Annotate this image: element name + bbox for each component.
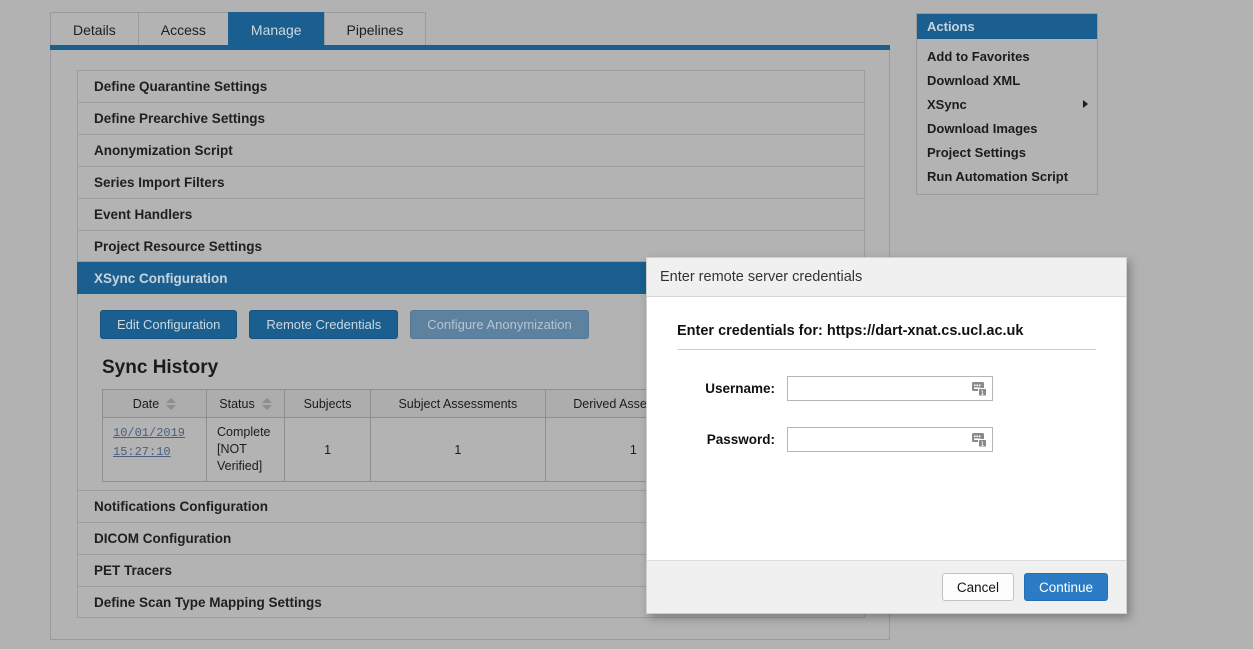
tab-manage[interactable]: Manage — [227, 12, 325, 47]
action-item-add-to-favorites[interactable]: Add to Favorites — [917, 44, 1097, 68]
accordion-item-label: Define Prearchive Settings — [94, 111, 266, 126]
column-header-status[interactable]: Status — [206, 389, 285, 418]
action-item-label: Add to Favorites — [927, 48, 1030, 64]
sync-history-body: 10/01/2019 15:27:10 Complete [NOT Verified… — [102, 417, 723, 482]
accordion-item-define-prearchive-settings[interactable]: Define Prearchive Settings — [77, 102, 865, 134]
username-field-row: Username: 1 — [677, 376, 1096, 401]
dialog-title-bar: Enter remote server credentials — [647, 258, 1126, 297]
column-header-subjects: Subjects — [283, 389, 372, 418]
password-input[interactable] — [787, 427, 993, 452]
configure-anonymization-button: Configure Anonymization — [410, 310, 589, 339]
autofill-count: 1 — [980, 440, 984, 448]
accordion-item-anonymization-script[interactable]: Anonymization Script — [77, 134, 865, 166]
cancel-button[interactable]: Cancel — [941, 573, 1014, 601]
accordion-item-label: Define Scan Type Mapping Settings — [94, 594, 322, 610]
table-header-row: Date Status Subjects Subject Assessments Der… — [102, 389, 723, 418]
column-header-inner: Status — [217, 397, 274, 411]
action-item-xsync[interactable]: XSync — [917, 92, 1097, 116]
accordion-item-label: Define Quarantine Settings — [94, 79, 268, 94]
action-item-label: Run Automation Script — [927, 168, 1069, 184]
dialog-footer: Cancel Continue — [647, 560, 1126, 613]
action-item-label: Download XML — [927, 72, 1021, 88]
remote-credentials-button[interactable]: Remote Credentials — [249, 310, 399, 339]
accordion-item-label: Series Import Filters — [94, 175, 225, 190]
column-header-label: Subjects — [303, 396, 352, 411]
accordion-item-label: DICOM Configuration — [94, 531, 232, 546]
dialog-subtitle: Enter credentials for: https://dart-xnat… — [677, 323, 1096, 350]
cell-status: Complete [NOT Verified] — [206, 417, 285, 482]
column-header-inner: Date — [113, 397, 196, 411]
form-autofill-icon[interactable]: 1 — [970, 379, 989, 398]
form-autofill-icon[interactable]: 1 — [970, 430, 989, 449]
cell-date: 10/01/2019 15:27:10 — [102, 417, 207, 482]
column-header-label: Subject Assessments — [398, 396, 518, 411]
table-row: 10/01/2019 15:27:10 Complete [NOT Verified… — [102, 417, 723, 482]
sync-history-table: Date Status Subjects Subject Assessments Der… — [102, 389, 723, 482]
action-item-label: Project Settings — [927, 144, 1026, 160]
accordion-top-group: Define Quarantine Settings Define Prearch… — [77, 70, 865, 262]
accordion-item-series-import-filters[interactable]: Series Import Filters — [77, 166, 865, 198]
column-header-date[interactable]: Date — [102, 389, 207, 418]
dialog-body: Enter credentials for: https://dart-xnat… — [647, 297, 1126, 560]
cell-subject-assessments: 1 — [370, 417, 546, 482]
column-header-subject-assessments: Subject Assessments — [370, 389, 546, 418]
column-header-label: Status — [219, 396, 255, 411]
sort-arrows-icon[interactable] — [261, 397, 272, 410]
accordion-item-event-handlers[interactable]: Event Handlers — [77, 198, 865, 230]
sync-date-link[interactable]: 10/01/2019 15:27:10 — [113, 424, 196, 462]
accordion-item-label: Event Handlers — [94, 207, 193, 222]
edit-configuration-button[interactable]: Edit Configuration — [100, 310, 238, 339]
username-input[interactable] — [787, 376, 993, 401]
column-header-inner: Subjects — [295, 397, 360, 411]
password-label: Password: — [706, 432, 775, 447]
cell-subjects: 1 — [283, 417, 372, 482]
actions-panel-title: Actions — [917, 14, 1097, 39]
actions-menu: Add to Favorites Download XML XSync Downloa… — [917, 39, 1097, 194]
accordion-item-label: Notifications Configuration — [94, 499, 268, 514]
password-input-wrap: 1 — [787, 427, 993, 452]
tab-list: Details Access Manage Pipelines — [50, 11, 890, 47]
sync-date: 10/01/2019 — [113, 426, 186, 440]
chevron-right-icon — [1083, 100, 1088, 108]
action-item-label: XSync — [927, 96, 967, 112]
tab-details[interactable]: Details — [50, 12, 139, 47]
sync-history-head: Date Status Subjects Subject Assessments Der… — [102, 389, 723, 418]
action-item-project-settings[interactable]: Project Settings — [917, 140, 1097, 164]
accordion-item-label: Anonymization Script — [94, 143, 233, 158]
sync-time: 15:27:10 — [113, 445, 171, 459]
tab-access[interactable]: Access — [137, 12, 229, 47]
accordion-item-label: PET Tracers — [94, 563, 173, 578]
tab-bar: Details Access Manage Pipelines — [50, 11, 890, 47]
remote-credentials-dialog: Enter remote server credentials Enter cr… — [646, 257, 1127, 614]
tab-pipelines[interactable]: Pipelines — [323, 12, 427, 47]
column-header-inner: Subject Assessments — [381, 397, 535, 411]
password-field-row: Password: 1 — [677, 427, 1096, 452]
autofill-count: 1 — [980, 389, 984, 397]
accordion-item-define-quarantine-settings[interactable]: Define Quarantine Settings — [77, 70, 865, 102]
column-header-label: Date — [132, 396, 160, 411]
action-item-label: Download Images — [927, 120, 1038, 136]
username-label: Username: — [705, 381, 775, 396]
action-item-run-automation-script[interactable]: Run Automation Script — [917, 164, 1097, 188]
sort-arrows-icon[interactable] — [166, 397, 177, 410]
dialog-title: Enter remote server credentials — [660, 269, 863, 285]
action-item-download-xml[interactable]: Download XML — [917, 68, 1097, 92]
continue-button[interactable]: Continue — [1023, 573, 1108, 601]
username-input-wrap: 1 — [787, 376, 993, 401]
action-item-download-images[interactable]: Download Images — [917, 116, 1097, 140]
accordion-item-label: Project Resource Settings — [94, 238, 263, 254]
actions-panel: Actions Add to Favorites Download XML XSyn… — [916, 13, 1098, 195]
accordion-item-label: XSync Configuration — [94, 271, 228, 286]
page-root: Details Access Manage Pipelines Define Quar… — [0, 0, 1253, 649]
